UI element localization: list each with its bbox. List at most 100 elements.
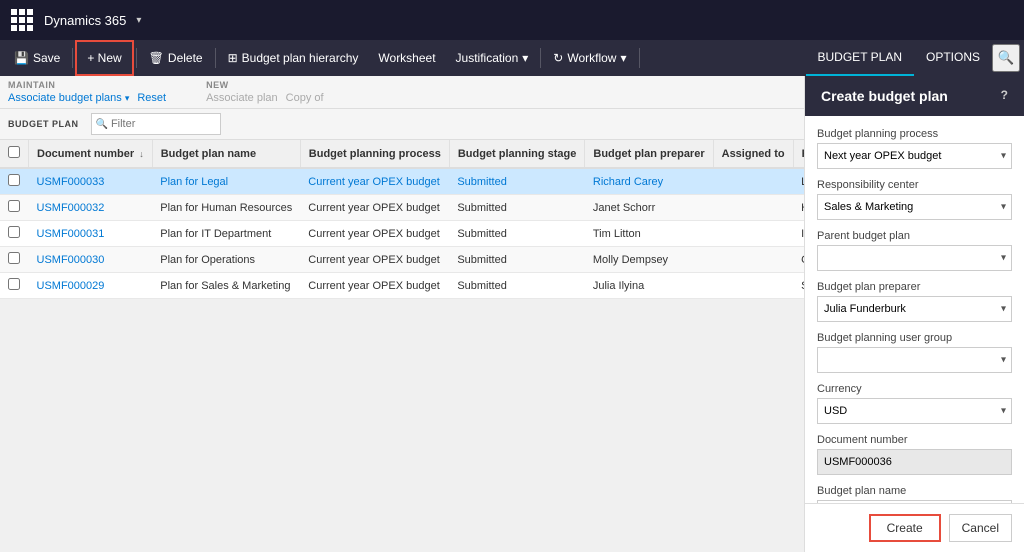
select-wrapper-user-group [817,347,1012,373]
preparer-name: Julia Ilyina [593,280,644,292]
select-parent-budget[interactable] [817,245,1012,271]
delete-icon: 🗑 [149,51,164,65]
select-planning-process[interactable]: Next year OPEX budget [817,143,1012,169]
table-header: Document number ↓ Budget plan name Budge… [0,140,804,168]
workflow-button[interactable]: ↻ Workflow ▾ [543,40,636,76]
row-checkbox[interactable] [8,278,20,290]
cancel-button[interactable]: Cancel [949,514,1012,542]
table-row[interactable]: USMF000031 Plan for IT Department Curren… [0,221,804,247]
row-preparer: Julia Ilyina [585,273,713,299]
form-group-planning-process: Budget planning process Next year OPEX b… [817,128,1012,169]
doc-number-link[interactable]: USMF000029 [37,280,105,292]
row-planning-stage: Submitted [449,273,585,299]
table-row[interactable]: USMF000033 Plan for Legal Current year O… [0,168,804,195]
budget-plan-hierarchy-button[interactable]: ⊞ Budget plan hierarchy [218,40,369,76]
associate-budget-plans-link[interactable]: Associate budget plans ▾ [8,92,129,104]
row-doc-number: USMF000031 [29,221,153,247]
new-actions: Associate plan Copy of [206,92,323,104]
label-preparer: Budget plan preparer [817,281,1012,293]
search-icon: 🔍 [998,50,1015,66]
select-responsibility-center[interactable]: Sales & Marketing [817,194,1012,220]
row-responsibility-center: Human Resources [793,195,804,221]
app-grid-button[interactable] [8,6,36,34]
delete-button[interactable]: 🗑 Delete [139,40,213,76]
table-row[interactable]: USMF000032 Plan for Human Resources Curr… [0,195,804,221]
form-group-currency: Currency USD [817,383,1012,424]
row-doc-number: USMF000032 [29,195,153,221]
label-user-group: Budget planning user group [817,332,1012,344]
panel-header: Create budget plan ? [805,76,1024,116]
tab-options[interactable]: OPTIONS [914,40,992,76]
row-checkbox[interactable] [8,226,20,238]
workflow-icon: ↻ [553,51,563,65]
row-doc-number: USMF000033 [29,168,153,195]
save-button[interactable]: 💾 Save [4,40,70,76]
select-preparer[interactable]: Julia Funderburk [817,296,1012,322]
hierarchy-icon: ⊞ [228,51,238,65]
doc-number-link[interactable]: USMF000033 [37,176,105,188]
search-button[interactable]: 🔍 [992,44,1020,72]
row-planning-process: Current year OPEX budget [300,195,449,221]
new-section-group: NEW Associate plan Copy of [206,80,323,104]
input-doc-number[interactable] [817,449,1012,475]
header-preparer: Budget plan preparer [585,140,713,168]
toolbar-separator-2 [136,48,137,68]
row-checkbox[interactable] [8,174,20,186]
form-group-doc-number: Document number [817,434,1012,475]
reset-link[interactable]: Reset [137,92,166,104]
row-checkbox-cell [0,195,29,221]
select-wrapper-planning-process: Next year OPEX budget [817,143,1012,169]
app-name: Dynamics 365 [44,13,126,28]
select-wrapper-parent-budget [817,245,1012,271]
row-doc-number: USMF000030 [29,247,153,273]
table-row[interactable]: USMF000030 Plan for Operations Current y… [0,247,804,273]
preparer-name[interactable]: Richard Carey [593,176,663,188]
budget-plan-section-label: BUDGET PLAN [8,119,79,129]
doc-number-link[interactable]: USMF000030 [37,254,105,266]
toolbar-separator-3 [215,48,216,68]
top-section: MAINTAIN Associate budget plans ▾ Reset … [0,76,804,109]
header-row: Document number ↓ Budget plan name Budge… [0,140,804,168]
maintain-actions: Associate budget plans ▾ Reset [8,92,166,104]
filter-input[interactable] [111,118,216,130]
doc-number-link[interactable]: USMF000031 [37,228,105,240]
create-button[interactable]: Create [869,514,941,542]
budget-plan-table: Document number ↓ Budget plan name Budge… [0,140,804,552]
row-planning-process: Current year OPEX budget [300,273,449,299]
sort-arrow-icon: ↓ [139,149,144,159]
new-button[interactable]: + New [75,40,133,76]
row-planning-process: Current year OPEX budget [300,221,449,247]
row-plan-name: Plan for Human Resources [152,195,300,221]
row-planning-stage: Submitted [449,247,585,273]
header-checkbox [0,140,29,168]
row-planning-stage: Submitted [449,221,585,247]
row-preparer: Molly Dempsey [585,247,713,273]
select-wrapper-responsibility-center: Sales & Marketing [817,194,1012,220]
label-planning-process: Budget planning process [817,128,1012,140]
form-group-preparer: Budget plan preparer Julia Funderburk [817,281,1012,322]
row-checkbox-cell [0,221,29,247]
row-checkbox-cell [0,247,29,273]
toolbar-separator-4 [540,48,541,68]
header-assigned-to: Assigned to [713,140,793,168]
tab-budget-plan[interactable]: BUDGET PLAN [806,40,914,76]
select-currency[interactable]: USD [817,398,1012,424]
table-row[interactable]: USMF000029 Plan for Sales & Marketing Cu… [0,273,804,299]
filter-search-icon: 🔍 [96,119,108,130]
help-icon: ? [1001,88,1008,102]
row-checkbox[interactable] [8,200,20,212]
row-assigned-to [713,247,793,273]
justification-button[interactable]: Justification ▾ [446,40,539,76]
row-checkbox-cell [0,168,29,195]
worksheet-button[interactable]: Worksheet [368,40,445,76]
associate-plan-link: Associate plan [206,92,278,104]
row-plan-name: Plan for Legal [152,168,300,195]
select-user-group[interactable] [817,347,1012,373]
select-all-checkbox[interactable] [8,146,20,158]
header-planning-stage: Budget planning stage [449,140,585,168]
row-planning-process: Current year OPEX budget [300,168,449,195]
row-preparer: Janet Schorr [585,195,713,221]
doc-number-link[interactable]: USMF000032 [37,202,105,214]
row-doc-number: USMF000029 [29,273,153,299]
row-checkbox[interactable] [8,252,20,264]
